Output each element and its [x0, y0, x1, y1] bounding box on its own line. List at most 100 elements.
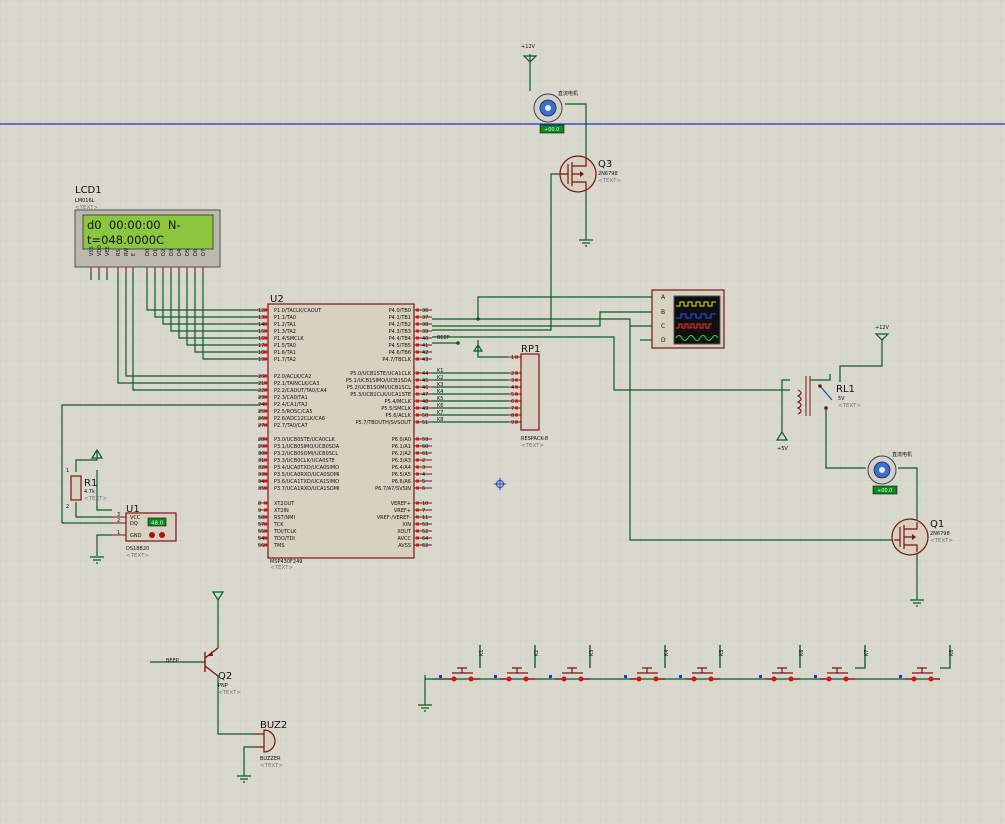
mcu-pin-name: TDI/TCLK — [273, 529, 297, 535]
mcu-pin-name: P4.1/TB1 — [389, 315, 411, 321]
mcu-pin-name: P5.7/TBOUTH/SVSOUT — [355, 420, 412, 426]
u1-pin-number: 1 — [117, 530, 120, 536]
lcd-pin-label: E — [131, 253, 137, 256]
mcu-pin-number: 24 — [258, 402, 264, 408]
u1-part: DS18B20 — [126, 546, 149, 552]
pin-marker — [264, 472, 267, 476]
pin-marker — [416, 501, 419, 505]
mcu-pin-number: 15 — [258, 329, 264, 335]
mcu-pin-name: XT2OUT — [274, 501, 295, 507]
mcu-pin-number: 55 — [258, 529, 264, 535]
mcu-ref: U2 — [270, 294, 284, 305]
mcu-pin-name: P2.3/CA0/TA1 — [274, 395, 308, 401]
mcu-pin-name: P4.0/TB0 — [389, 308, 411, 314]
pin-marker — [264, 402, 267, 406]
mcu-pin-number: 47 — [422, 392, 428, 398]
u1-up-button[interactable] — [159, 532, 165, 538]
u1-pin-name: DQ — [130, 521, 138, 527]
lcd-pin-label: RS — [116, 249, 122, 256]
pin-marker — [264, 479, 267, 483]
key-label: K1 — [479, 650, 485, 656]
mcu-u2[interactable]: U2 MSP430F249 <TEXT> 12 P1.0/TACLK/CAOUT1… — [258, 294, 432, 571]
mcu-pin-name: P2.0/ACLK/CA2 — [274, 374, 311, 380]
key-net-label: K6 — [437, 403, 443, 409]
mcu-pin-name: P6.2/A2 — [392, 451, 411, 457]
mcu-pin-name: VREF-/VEREF- — [377, 515, 412, 521]
pin-marker — [264, 350, 267, 354]
mcu-pin-name: P1.7/TA2 — [274, 357, 296, 363]
pin-marker — [416, 378, 419, 382]
mcu-pin-name: P5.4/MCLK — [384, 399, 411, 405]
mcu-pin-number: 6 — [422, 486, 425, 492]
relay-text-tag: <TEXT> — [838, 403, 861, 409]
q2-part: PNP — [218, 683, 228, 689]
pin-marker — [416, 315, 419, 319]
mcu-pin-number: 44 — [422, 371, 428, 377]
mcu-pin-number: 42 — [422, 350, 428, 356]
pin-marker — [264, 423, 267, 427]
pin-marker — [264, 409, 267, 413]
pin-marker — [264, 381, 267, 385]
mcu-pin-name: P1.6/TA1 — [274, 350, 296, 356]
pin-marker — [264, 451, 267, 455]
pin-marker — [515, 399, 518, 403]
key-label: K6 — [799, 650, 805, 656]
mcu-pin-number: 2 — [422, 458, 425, 464]
mcu-pin-number: 27 — [258, 423, 264, 429]
mcu-pin-number: 23 — [258, 395, 264, 401]
rp1-pin-number: 2 — [511, 371, 514, 377]
key-label: K4 — [664, 650, 670, 656]
pin-marker — [416, 472, 419, 476]
mcu-pin-name: P3.1/UCB0SIMO/UCB0SDA — [274, 444, 340, 450]
mcu-pin-number: 4 — [422, 472, 425, 478]
rp1-part: RESPACK-8 — [521, 436, 548, 442]
pin-marker — [416, 508, 419, 512]
mcu-pin-number: 59 — [422, 437, 428, 443]
r1-ref: R1 — [84, 478, 97, 489]
pin-marker — [416, 392, 419, 396]
mcu-pin-number: 61 — [422, 451, 428, 457]
pin-marker — [416, 543, 419, 547]
mcu-pin-name: RST/NMI — [274, 515, 295, 521]
q3-part: 2N6798 — [598, 171, 618, 177]
key-net-label: K5 — [437, 396, 443, 402]
pin-marker — [264, 444, 267, 448]
rp1-pin-number: 9 — [511, 420, 514, 426]
lcd-part: LM016L — [75, 198, 95, 204]
lcd-pin-label: D6 — [193, 249, 199, 256]
pin-marker — [264, 437, 267, 441]
pin-marker — [264, 536, 267, 540]
rp1-pin-number: 4 — [511, 385, 514, 391]
key-net-label: K4 — [437, 389, 443, 395]
u1-down-button[interactable] — [149, 532, 155, 538]
oscilloscope[interactable]: ABCD — [651, 289, 725, 349]
mcu-pin-number: 60 — [422, 444, 428, 450]
pin-marker — [416, 420, 419, 424]
mcu-pin-number: 36 — [422, 308, 428, 314]
pin-marker — [264, 343, 267, 347]
mcu-pin-number: 7 — [422, 508, 425, 514]
rp1-pin-number: 6 — [511, 399, 514, 405]
rp1-pin-number: 8 — [511, 413, 514, 419]
mcu-pin-name: P6.7/A7/SVSIN — [375, 486, 411, 492]
relay-ref: RL1 — [836, 384, 855, 395]
rp1-pin-number: 1 — [511, 355, 514, 361]
q1-part: 2N6798 — [930, 531, 950, 537]
mcu-pin-name: P3.2/UCB0SOMI/UCB0SCL — [274, 451, 338, 457]
pin-marker — [679, 675, 682, 678]
rp1-pin-number: 3 — [511, 378, 514, 384]
pin-marker — [814, 675, 817, 678]
q1-ref: Q1 — [930, 519, 944, 530]
u1-pin-name: GND — [130, 533, 142, 539]
mcu-pin-number: 31 — [258, 458, 264, 464]
pin-marker — [264, 308, 267, 312]
mcu-pin-name: P1.4/SMCLK — [274, 336, 304, 342]
key-label: K5 — [719, 650, 725, 656]
r1-pin-1: 1 — [66, 468, 69, 474]
mcu-pin-number: 52 — [422, 529, 428, 535]
pin-marker — [416, 515, 419, 519]
u1-readout: 48.0 — [151, 521, 164, 527]
mcu-pin-name: VEREF+ — [391, 501, 411, 507]
q1-text-tag: <TEXT> — [930, 538, 953, 544]
mcu-pin-name: P3.7/UCA1RXD/UCA1SOMI — [274, 486, 340, 492]
